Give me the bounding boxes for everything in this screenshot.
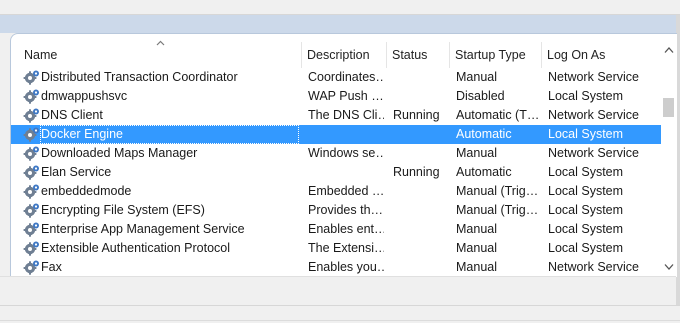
service-name: Elan Service xyxy=(41,165,112,179)
service-log-on-as: Local System xyxy=(548,89,624,103)
service-description: Windows se… xyxy=(308,146,384,160)
gear-icon xyxy=(23,202,40,219)
column-header-description[interactable]: Description xyxy=(307,34,370,68)
service-status: Running xyxy=(393,108,440,122)
gear-icon xyxy=(23,88,40,105)
service-status xyxy=(393,239,448,258)
gear-icon xyxy=(23,126,40,143)
service-row[interactable]: Distributed Transaction Coordinator Coord… xyxy=(11,68,661,87)
service-log-on-as: Network Service xyxy=(548,260,639,274)
divider xyxy=(0,320,680,321)
service-status xyxy=(393,125,448,144)
scroll-up-arrow-icon[interactable] xyxy=(664,46,674,54)
toolbar-area xyxy=(0,0,680,15)
service-row[interactable]: Extensible Authentication Protocol The Ex… xyxy=(11,239,661,258)
services-list-panel: Name Description Status Startup Type Log… xyxy=(10,33,677,277)
column-divider[interactable] xyxy=(449,42,450,68)
service-row[interactable]: Enterprise App Management Service Enables… xyxy=(11,220,661,239)
service-description: WAP Push … xyxy=(308,89,384,103)
service-description: Enables you… xyxy=(308,260,384,274)
service-status xyxy=(393,201,448,220)
service-name: DNS Client xyxy=(41,108,103,122)
service-row[interactable]: DNS Client The DNS Cli… Running Automatic (… xyxy=(11,106,661,125)
service-log-on-as: Network Service xyxy=(548,70,639,84)
column-divider[interactable] xyxy=(386,42,387,68)
service-row[interactable]: Encrypting File System (EFS) Provides th…… xyxy=(11,201,661,220)
service-log-on-as: Local System xyxy=(548,203,624,217)
service-startup-type: Manual xyxy=(456,260,497,274)
service-name: Distributed Transaction Coordinator xyxy=(41,70,238,84)
service-startup-type: Manual xyxy=(456,70,497,84)
service-status xyxy=(393,68,448,87)
gear-icon xyxy=(23,221,40,238)
service-name: Fax xyxy=(41,260,62,274)
service-description xyxy=(308,125,384,144)
service-description: Embedded … xyxy=(308,184,384,198)
service-row[interactable]: Docker Engine Automatic Local System xyxy=(11,125,661,144)
service-log-on-as: Network Service xyxy=(548,108,639,122)
gear-icon xyxy=(23,107,40,124)
gear-icon xyxy=(23,240,40,257)
column-divider[interactable] xyxy=(301,42,302,68)
service-name: Extensible Authentication Protocol xyxy=(41,241,231,255)
service-row[interactable]: Elan Service Running Automatic Local System xyxy=(11,163,661,182)
service-name: dmwappushsvc xyxy=(41,89,128,103)
column-divider[interactable] xyxy=(541,42,542,68)
service-log-on-as: Local System xyxy=(548,127,624,141)
service-name: embeddedmode xyxy=(41,184,132,198)
service-description: Provides th… xyxy=(308,203,384,217)
service-startup-type: Manual (Trig… xyxy=(456,184,539,198)
status-area xyxy=(0,276,676,323)
service-log-on-as: Local System xyxy=(548,222,624,236)
gear-icon xyxy=(23,183,40,200)
service-row[interactable]: dmwappushsvc WAP Push … Disabled Local Syst… xyxy=(11,87,661,106)
column-header-startup-type[interactable]: Startup Type xyxy=(455,34,526,68)
service-startup-type: Automatic xyxy=(456,127,512,141)
service-description xyxy=(308,163,384,182)
column-header-log-on-as[interactable]: Log On As xyxy=(547,34,605,68)
service-startup-type: Disabled xyxy=(456,89,505,103)
service-description: Enables ent… xyxy=(308,222,384,236)
service-log-on-as: Local System xyxy=(548,165,624,179)
service-status xyxy=(393,87,448,106)
header-band xyxy=(0,15,680,33)
service-name: Encrypting File System (EFS) xyxy=(41,203,205,217)
gear-icon xyxy=(23,164,40,181)
divider xyxy=(0,305,680,306)
scroll-down-arrow-icon[interactable] xyxy=(664,263,674,271)
scrollbar-thumb[interactable] xyxy=(663,98,674,117)
service-description: The DNS Cli… xyxy=(308,108,384,122)
column-header-row: Name Description Status Startup Type Log… xyxy=(11,34,661,68)
gear-icon xyxy=(23,259,40,276)
service-name: Downloaded Maps Manager xyxy=(41,146,198,160)
service-name: Enterprise App Management Service xyxy=(41,222,245,236)
service-status xyxy=(393,220,448,239)
service-startup-type: Manual xyxy=(456,222,497,236)
service-status xyxy=(393,258,448,277)
gear-icon xyxy=(23,145,40,162)
service-row[interactable]: Downloaded Maps Manager Windows se… Manual… xyxy=(11,144,661,163)
service-status xyxy=(393,144,448,163)
service-startup-type: Automatic (T… xyxy=(456,108,540,122)
column-header-status[interactable]: Status xyxy=(392,34,427,68)
service-startup-type: Manual xyxy=(456,241,497,255)
service-name: Docker Engine xyxy=(40,125,299,144)
service-log-on-as: Local System xyxy=(548,241,624,255)
service-log-on-as: Local System xyxy=(548,184,624,198)
sort-ascending-icon xyxy=(156,40,165,46)
vertical-scrollbar[interactable] xyxy=(661,34,677,277)
gear-icon xyxy=(23,69,40,86)
service-description: The Extensi… xyxy=(308,241,384,255)
service-row[interactable]: Fax Enables you… Manual Network Service xyxy=(11,258,661,277)
service-startup-type: Manual (Trig… xyxy=(456,203,539,217)
service-status xyxy=(393,182,448,201)
service-startup-type: Manual xyxy=(456,146,497,160)
service-status: Running xyxy=(393,165,440,179)
column-header-name[interactable]: Name xyxy=(24,34,57,68)
service-row[interactable]: embeddedmode Embedded … Manual (Trig… Local… xyxy=(11,182,661,201)
service-log-on-as: Network Service xyxy=(548,146,639,160)
service-startup-type: Automatic xyxy=(456,165,512,179)
service-description: Coordinates… xyxy=(308,70,384,84)
